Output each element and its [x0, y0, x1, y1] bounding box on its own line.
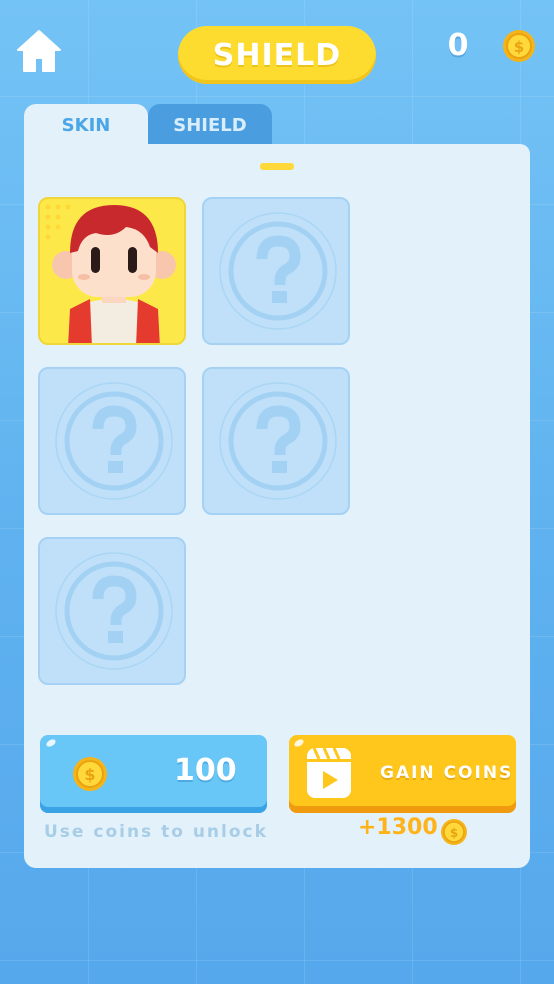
svg-text:$: $	[514, 38, 524, 56]
character-avatar	[45, 204, 176, 343]
skin-slot-locked[interactable]	[38, 367, 186, 515]
coin-icon: $	[441, 819, 467, 845]
tab-shield[interactable]: SHIELD	[148, 104, 272, 146]
unlock-hint: Use coins to unlock	[44, 822, 268, 842]
home-icon	[17, 30, 61, 72]
gain-coins-button[interactable]: GAIN COINS	[289, 735, 516, 813]
unlock-price: 100	[174, 753, 237, 788]
coin-balance: 0	[447, 28, 469, 63]
question-mark-icon	[219, 212, 337, 330]
skin-slot-locked[interactable]	[202, 367, 350, 515]
svg-text:$: $	[84, 765, 95, 784]
question-mark-icon	[55, 382, 173, 500]
skin-slot-locked[interactable]	[38, 537, 186, 685]
question-mark-icon	[219, 382, 337, 500]
button-gloss	[45, 737, 57, 749]
skin-slot-unlocked[interactable]	[38, 197, 186, 345]
unlock-with-coins-button[interactable]: $ 100	[40, 735, 267, 813]
gain-coins-label: GAIN COINS	[380, 763, 514, 783]
video-icon	[307, 747, 351, 798]
button-gloss	[293, 737, 305, 749]
page-title: SHIELD	[178, 26, 376, 84]
home-button[interactable]	[16, 28, 62, 74]
coin-icon: $	[73, 757, 107, 791]
tab-skin[interactable]: SKIN	[24, 104, 148, 146]
question-mark-icon	[55, 552, 173, 670]
reward-amount: +1300	[358, 815, 438, 840]
page-indicator	[260, 163, 294, 170]
skin-slot-locked[interactable]	[202, 197, 350, 345]
svg-text:$: $	[450, 826, 458, 840]
coin-icon: $	[501, 29, 537, 63]
